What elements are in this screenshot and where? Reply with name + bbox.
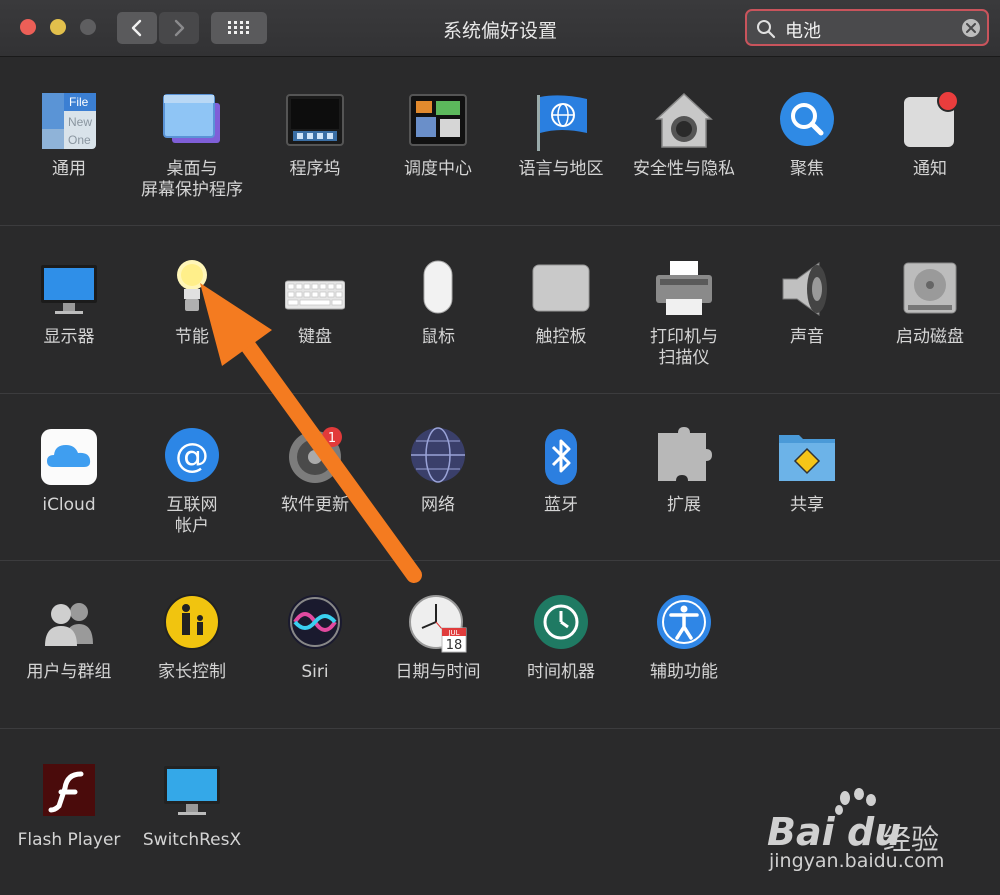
system-preferences-window: 系统偏好设置 电池 File New One 通用 桌面与 屏幕保护程序 程序坞… bbox=[0, 0, 1000, 895]
watermark-url: jingyan.baidu.com bbox=[769, 850, 945, 872]
annotation-arrow-icon bbox=[200, 283, 422, 583]
baidu-watermark: Bai du 经验 jingyan.baidu.com bbox=[765, 788, 965, 878]
watermark-brand: Bai bbox=[767, 810, 835, 854]
